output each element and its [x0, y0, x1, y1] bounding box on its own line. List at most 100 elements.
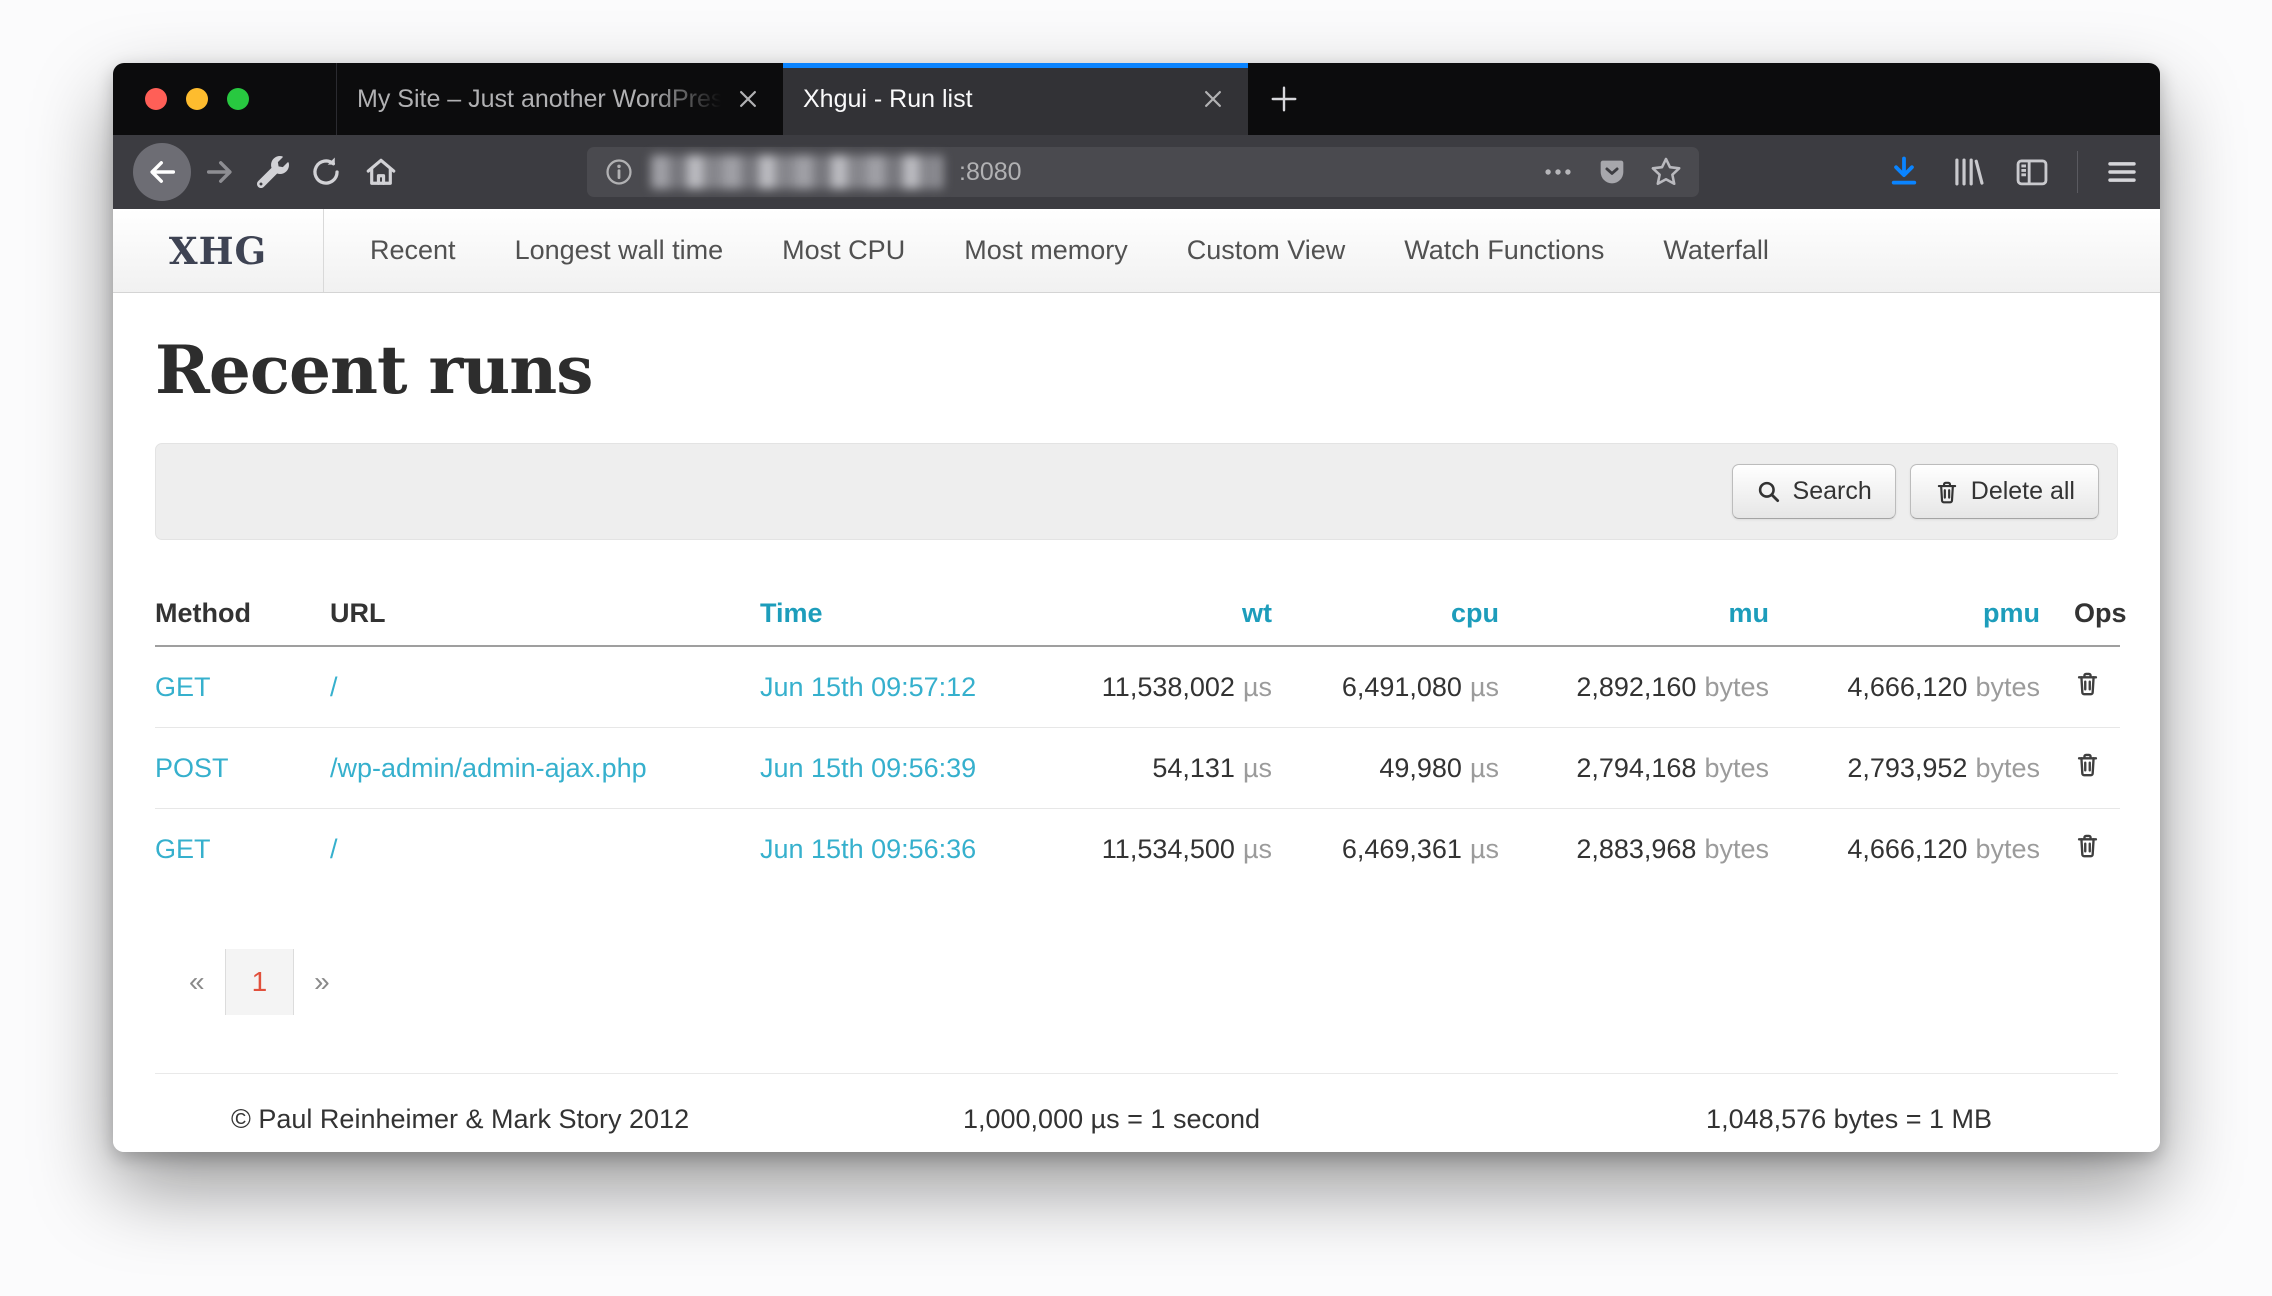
run-time-link[interactable]: Jun 15th 09:56:39	[760, 753, 976, 783]
pagination-prev[interactable]: «	[169, 966, 225, 998]
run-url-link[interactable]: /wp-admin/admin-ajax.php	[330, 753, 647, 783]
info-icon[interactable]	[603, 156, 635, 188]
nav-item-most-cpu[interactable]: Most CPU	[782, 235, 905, 266]
pmu-unit: bytes	[1975, 834, 2040, 864]
downloads-button download-icon[interactable]	[1885, 153, 1923, 191]
traffic-light-close[interactable]	[145, 88, 167, 110]
menu-button hamburger-icon[interactable]	[2104, 154, 2140, 190]
run-url-link[interactable]: /	[330, 672, 338, 702]
forward-button[interactable]	[203, 155, 237, 189]
footer-bytes-note: 1,048,576 bytes = 1 MB	[1405, 1104, 1992, 1135]
toolbar-divider	[2077, 151, 2078, 193]
col-header-time-sort[interactable]: Time	[760, 598, 823, 628]
pagination-current-page[interactable]: 1	[225, 949, 295, 1015]
close-tab-icon[interactable]	[1198, 84, 1228, 114]
pocket-icon[interactable]	[1595, 155, 1629, 189]
pmu-value: 4,666,120	[1847, 834, 1967, 864]
library-icon[interactable]	[1949, 153, 1987, 191]
brand-logo[interactable]: XHG	[113, 209, 324, 292]
page-actions-button ellipsis-icon[interactable]	[1541, 155, 1575, 189]
search-button[interactable]: Search	[1732, 464, 1896, 519]
tab-title: My Site – Just another WordPress si	[357, 85, 721, 114]
mu-value: 2,892,160	[1576, 672, 1696, 702]
nav-item-waterfall[interactable]: Waterfall	[1663, 235, 1769, 266]
col-header-pmu-sort[interactable]: pmu	[1983, 598, 2040, 628]
developer-tools-button[interactable]	[257, 156, 289, 188]
wrench-icon	[257, 156, 289, 188]
trash-icon	[2074, 751, 2101, 778]
nav-item-longest-wall[interactable]: Longest wall time	[515, 235, 724, 266]
wt-unit: µs	[1243, 672, 1272, 702]
traffic-light-zoom[interactable]	[227, 88, 249, 110]
back-button[interactable]	[133, 143, 191, 201]
tab-my-site[interactable]: My Site – Just another WordPress si	[336, 63, 783, 135]
nav-item-recent[interactable]: Recent	[370, 235, 456, 266]
browser-titlebar: My Site – Just another WordPress si Xhgu…	[113, 63, 2160, 135]
search-button-label: Search	[1793, 477, 1872, 506]
pmu-value: 2,793,952	[1847, 753, 1967, 783]
table-row: GET / Jun 15th 09:57:12 11,538,002µs 6,4…	[155, 646, 2120, 728]
trash-icon	[2074, 670, 2101, 697]
redacted-url	[651, 155, 943, 189]
traffic-light-minimize[interactable]	[186, 88, 208, 110]
tab-title: Xhgui - Run list	[803, 85, 1186, 114]
col-header-url: URL	[330, 584, 760, 646]
url-bar[interactable]: :8080	[587, 147, 1699, 197]
cpu-unit: µs	[1470, 834, 1499, 864]
pmu-unit: bytes	[1975, 672, 2040, 702]
pagination: « 1 »	[169, 949, 350, 1015]
pagination-next[interactable]: »	[294, 966, 350, 998]
table-header-row: Method URL Time wt cpu mu pmu Ops	[155, 584, 2120, 646]
page-viewport: XHG Recent Longest wall time Most CPU Mo…	[113, 209, 2160, 1152]
wt-value: 11,534,500	[1102, 834, 1235, 864]
run-method-link[interactable]: GET	[155, 672, 211, 702]
run-time-link[interactable]: Jun 15th 09:57:12	[760, 672, 976, 702]
delete-all-button-label: Delete all	[1971, 477, 2075, 506]
traffic-lights	[113, 63, 336, 135]
wt-value: 54,131	[1152, 753, 1235, 783]
reload-icon	[309, 155, 343, 189]
wt-unit: µs	[1243, 753, 1272, 783]
run-method-link[interactable]: POST	[155, 753, 229, 783]
col-header-mu-sort[interactable]: mu	[1729, 598, 1770, 628]
mu-value: 2,794,168	[1576, 753, 1696, 783]
delete-run-button[interactable]	[2074, 751, 2101, 778]
mu-unit: bytes	[1704, 834, 1769, 864]
forward-icon	[203, 155, 237, 189]
mu-unit: bytes	[1704, 672, 1769, 702]
footer-copyright: © Paul Reinheimer & Mark Story 2012	[231, 1104, 818, 1135]
new-tab-icon	[1266, 81, 1302, 117]
magnifier-icon	[1756, 479, 1782, 505]
sidebar-icon[interactable]	[2013, 153, 2051, 191]
col-header-wt-sort[interactable]: wt	[1242, 598, 1272, 628]
run-time-link[interactable]: Jun 15th 09:56:36	[760, 834, 976, 864]
cpu-unit: µs	[1470, 672, 1499, 702]
cpu-value: 49,980	[1379, 753, 1462, 783]
page-footer: © Paul Reinheimer & Mark Story 2012 1,00…	[155, 1073, 2118, 1135]
reload-button[interactable]	[309, 155, 343, 189]
home-icon	[363, 154, 399, 190]
pmu-value: 4,666,120	[1847, 672, 1967, 702]
table-row: GET / Jun 15th 09:56:36 11,534,500 µs 6,4…	[155, 809, 2120, 890]
trash-icon	[2074, 832, 2101, 859]
run-url-link[interactable]: /	[330, 834, 338, 864]
browser-toolbar: :8080	[113, 135, 2160, 209]
cpu-value: 6,491,080	[1342, 672, 1462, 702]
home-button[interactable]	[363, 154, 399, 190]
nav-item-most-memory[interactable]: Most memory	[964, 235, 1128, 266]
tab-xhgui[interactable]: Xhgui - Run list	[783, 63, 1248, 135]
nav-item-custom-view[interactable]: Custom View	[1187, 235, 1346, 266]
table-row: POST /wp-admin/admin-ajax.php Jun 15th 0…	[155, 728, 2120, 809]
col-header-cpu-sort[interactable]: cpu	[1451, 598, 1499, 628]
run-method-link[interactable]: GET	[155, 834, 211, 864]
close-tab-icon[interactable]	[733, 84, 763, 114]
new-tab-button[interactable]	[1248, 63, 1320, 135]
delete-run-button[interactable]	[2074, 670, 2101, 697]
mu-unit: bytes	[1704, 753, 1769, 783]
col-header-ops: Ops	[2040, 584, 2120, 646]
nav-item-watch-functions[interactable]: Watch Functions	[1404, 235, 1604, 266]
delete-all-button[interactable]: Delete all	[1910, 464, 2099, 519]
delete-run-button[interactable]	[2074, 832, 2101, 859]
bookmark-star-icon[interactable]	[1649, 155, 1683, 189]
cpu-value: 6,469,361	[1342, 834, 1462, 864]
